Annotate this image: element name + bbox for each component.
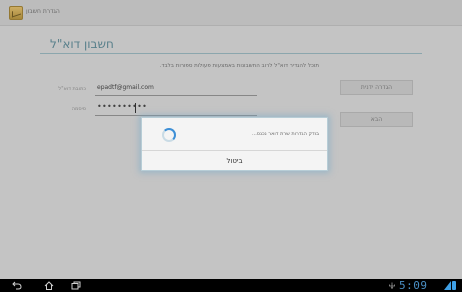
email-label: כתובת דוא"ל	[58, 86, 86, 92]
spinner-icon	[162, 128, 176, 142]
recents-icon[interactable]	[71, 281, 81, 290]
usb-icon	[389, 282, 395, 289]
battery-icon	[452, 281, 456, 290]
app-icon	[9, 6, 23, 20]
progress-dialog: בודק הגדרות שרת דואר נכנס... ביטול	[141, 117, 328, 171]
page-subtitle: תוכל להגדיר דוא"ל לרוב החשבונות באמצעות …	[159, 63, 319, 69]
password-label: סיסמה	[71, 106, 86, 112]
email-field[interactable]: epadtf@gmail.com	[95, 81, 257, 96]
manual-setup-button[interactable]: הגדרה ידנית	[340, 80, 413, 95]
app-title: הגדרת חשבון	[26, 8, 60, 15]
next-button[interactable]: הבא	[340, 112, 413, 127]
action-bar: הגדרת חשבון	[0, 0, 462, 26]
text-cursor	[135, 103, 136, 113]
email-value: epadtf@gmail.com	[97, 84, 154, 91]
password-field[interactable]: ••••••••••	[95, 101, 257, 116]
back-icon[interactable]	[12, 281, 22, 290]
password-value: ••••••••••	[97, 102, 148, 111]
home-icon[interactable]	[44, 281, 54, 290]
title-divider	[40, 53, 422, 54]
dialog-message: בודק הגדרות שרת דואר נכנס...	[252, 131, 319, 137]
system-bar: 5:09	[0, 279, 462, 292]
cancel-button[interactable]: ביטול	[142, 151, 327, 171]
signal-icon	[444, 281, 451, 290]
clock: 5:09	[399, 279, 428, 292]
page-title: חשבון דוא"ל	[50, 37, 114, 51]
